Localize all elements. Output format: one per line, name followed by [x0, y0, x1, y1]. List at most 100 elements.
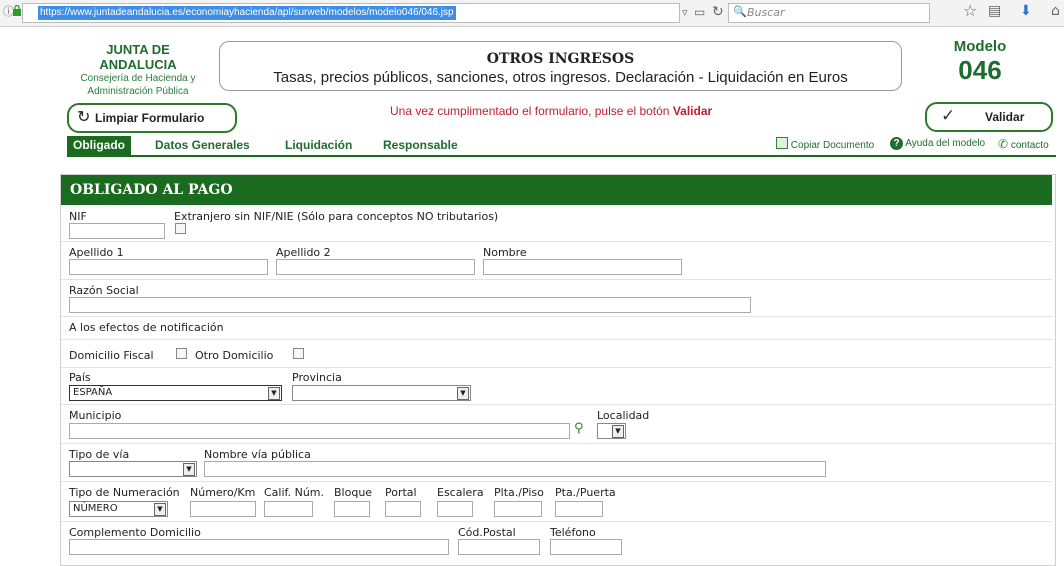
form-title-box: OTROS INGRESOS Tasas, precios públicos, …	[219, 41, 902, 91]
escalera-label: Escalera	[437, 486, 484, 499]
municipio-input[interactable]	[69, 423, 570, 439]
search-box[interactable]: 🔍 Buscar	[728, 3, 930, 23]
row-divider	[61, 481, 1052, 482]
search-municipio-icon[interactable]: ⚲	[574, 421, 584, 436]
search-placeholder: Buscar	[747, 6, 785, 19]
reload-icon[interactable]: ↻	[712, 3, 724, 21]
org-dept-line1: Consejería de Hacienda y	[80, 73, 196, 84]
row-divider	[61, 241, 1052, 242]
nif-input[interactable]	[69, 223, 165, 239]
org-dept-line2: Administración Pública	[87, 86, 189, 97]
cod-postal-input[interactable]	[458, 539, 540, 555]
modelo-badge: Modelo 046	[940, 38, 1020, 85]
download-icon[interactable]: ⬇	[1020, 2, 1032, 20]
complemento-input[interactable]	[69, 539, 449, 555]
complemento-label: Complemento Domicilio	[69, 526, 201, 539]
tipo-via-select[interactable]: ▼	[69, 461, 197, 477]
localidad-label: Localidad	[597, 409, 650, 422]
plta-piso-input[interactable]	[494, 501, 542, 517]
tabs-underline	[67, 155, 1056, 157]
portal-input[interactable]	[385, 501, 421, 517]
apellido1-input[interactable]	[69, 259, 268, 275]
pta-puerta-input[interactable]	[555, 501, 603, 517]
tipo-numeracion-select[interactable]: NÚMERO ▼	[69, 501, 168, 517]
domicilio-fiscal-checkbox[interactable]	[176, 348, 187, 359]
chevron-down-icon: ▼	[457, 387, 469, 400]
nombre-via-label: Nombre vía pública	[204, 448, 311, 461]
help-icon: ?	[890, 137, 903, 150]
tab-liquidacion[interactable]: Liquidación	[285, 136, 352, 155]
razon-social-label: Razón Social	[69, 284, 139, 297]
validate-button[interactable]: ✓ Validar	[925, 102, 1053, 132]
reader-view-icon[interactable]: ▭	[694, 3, 705, 21]
clear-form-label: Limpiar Formulario	[95, 111, 205, 125]
tipo-via-label: Tipo de vía	[69, 448, 130, 461]
telefono-input[interactable]	[550, 539, 622, 555]
help-link[interactable]: ? Ayuda del modelo	[890, 137, 985, 150]
validate-notice: Una vez cumplimentado el formulario, pul…	[390, 104, 712, 118]
localidad-select[interactable]: ▼	[597, 423, 626, 439]
modelo-number: 046	[958, 55, 1002, 85]
extranjero-checkbox[interactable]	[175, 223, 186, 234]
lock-icon	[13, 4, 21, 16]
row-divider	[61, 279, 1052, 280]
dropdown-history-icon[interactable]: ▿	[682, 4, 688, 22]
otro-domicilio-checkbox[interactable]	[293, 348, 304, 359]
apellido2-input[interactable]	[276, 259, 475, 275]
bookmark-star-icon[interactable]: ☆	[963, 2, 977, 20]
calif-num-label: Calif. Núm.	[264, 486, 325, 499]
modelo-label: Modelo	[953, 38, 1007, 55]
escalera-input[interactable]	[437, 501, 473, 517]
refresh-icon: ↻	[77, 109, 91, 126]
org-name: JUNTA DE ANDALUCIA	[99, 42, 177, 72]
domicilio-fiscal-label: Domicilio Fiscal	[69, 349, 154, 362]
copy-label: Copiar Documento	[790, 140, 875, 151]
nombre-via-input[interactable]	[204, 461, 826, 477]
notification-note: A los efectos de notificación	[69, 321, 224, 334]
nombre-input[interactable]	[483, 259, 682, 275]
apellido2-label: Apellido 2	[276, 246, 331, 259]
municipio-label: Municipio	[69, 409, 122, 422]
provincia-select[interactable]: ▼	[292, 385, 471, 401]
bloque-input[interactable]	[334, 501, 370, 517]
extranjero-label: Extranjero sin NIF/NIE (Sólo para concep…	[174, 210, 499, 223]
org-logo: JUNTA DE ANDALUCIA Consejería de Haciend…	[68, 42, 208, 98]
row-divider	[61, 339, 1052, 340]
calif-num-input[interactable]	[264, 501, 313, 517]
pais-label: País	[69, 371, 91, 384]
row-divider	[61, 404, 1052, 405]
pais-value: ESPAÑA	[73, 387, 113, 398]
chevron-down-icon: ▼	[268, 387, 280, 400]
url-text[interactable]: https://www.juntadeandalucia.es/economia…	[38, 6, 456, 20]
provincia-label: Provincia	[292, 371, 342, 384]
checkmark-icon: ✓	[941, 106, 956, 125]
row-divider	[61, 367, 1052, 368]
tipo-numeracion-label: Tipo de Numeración	[69, 486, 180, 499]
nif-label: NIF	[69, 210, 87, 223]
razon-social-input[interactable]	[69, 297, 751, 313]
copy-icon	[776, 137, 788, 149]
portal-label: Portal	[385, 486, 417, 499]
help-label: Ayuda del modelo	[905, 138, 986, 149]
plta-piso-label: Plta./Piso	[494, 486, 544, 499]
row-divider	[61, 316, 1052, 317]
home-icon[interactable]: ⌂	[1051, 2, 1060, 20]
bookmarks-list-icon[interactable]: ▤	[988, 2, 1001, 20]
contact-link[interactable]: ✆ contacto	[998, 137, 1049, 151]
chevron-down-icon: ▼	[183, 463, 195, 476]
row-divider	[61, 443, 1052, 444]
numero-km-input[interactable]	[190, 501, 256, 517]
copy-document-link[interactable]: Copiar Documento	[776, 137, 874, 151]
tab-responsable[interactable]: Responsable	[383, 136, 458, 155]
tab-datos-generales[interactable]: Datos Generales	[155, 136, 250, 155]
tab-obligado[interactable]: Obligado	[67, 136, 131, 155]
phone-icon: ✆	[998, 137, 1009, 151]
numero-km-label: Número/Km	[190, 486, 256, 499]
chevron-down-icon: ▼	[154, 503, 166, 516]
pais-select[interactable]: ESPAÑA ▼	[69, 385, 282, 401]
search-icon: 🔍	[733, 5, 747, 18]
clear-form-button[interactable]: ↻ Limpiar Formulario	[67, 103, 237, 133]
tipo-numeracion-value: NÚMERO	[73, 503, 118, 514]
chevron-down-icon: ▼	[612, 425, 624, 438]
form-title: OTROS INGRESOS	[486, 51, 635, 67]
